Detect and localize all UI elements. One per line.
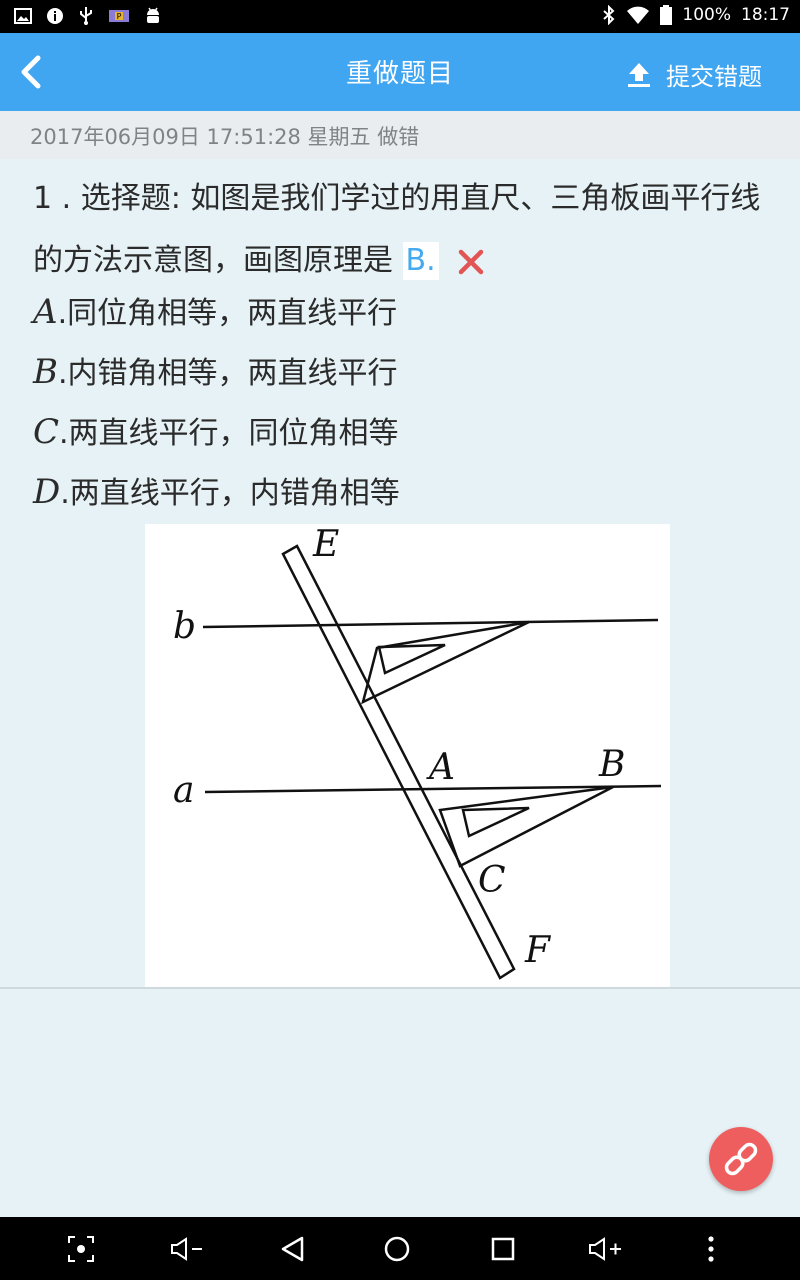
wifi-icon	[627, 6, 650, 24]
option-d[interactable]: D.两直线平行，内错角相等	[33, 462, 400, 522]
question-figure: E b A B a C F	[145, 524, 670, 987]
question-text: 1 . 选择题: 如图是我们学过的用直尺、三角板画平行线的方法示意图，画图原理是	[33, 181, 761, 278]
usb-icon	[80, 7, 92, 25]
option-letter: A	[33, 292, 58, 332]
p-badge-icon: P	[109, 10, 129, 22]
status-right: 100% 18:17	[602, 5, 790, 25]
label-b: b	[173, 606, 196, 647]
option-a[interactable]: A.同位角相等，两直线平行	[33, 282, 400, 342]
status-bar: P 100% 18:17	[0, 0, 800, 33]
date-strip: 2017年06月09日 17:51:28 星期五 做错	[0, 111, 800, 159]
option-text: .同位角相等，两直线平行	[57, 296, 398, 331]
option-c[interactable]: C.两直线平行，同位角相等	[33, 402, 400, 462]
info-icon	[47, 8, 63, 24]
option-letter: C	[33, 412, 60, 452]
set-square-lower-hole	[461, 806, 530, 838]
label-a-point: A	[426, 747, 455, 788]
bluetooth-icon	[603, 5, 615, 25]
system-nav-bar	[0, 1217, 800, 1280]
submit-wrong-question-button[interactable]: 提交错题	[626, 57, 762, 92]
clock: 18:17	[741, 5, 790, 25]
android-icon	[147, 7, 159, 23]
upload-icon	[628, 62, 650, 87]
label-a: a	[173, 770, 194, 811]
image-icon	[14, 8, 32, 24]
line-b	[202, 618, 659, 629]
parallel-lines-diagram: E b A B a C F	[173, 524, 662, 980]
volume-down-icon[interactable]	[170, 1235, 204, 1263]
label-c: C	[478, 860, 506, 901]
home-icon[interactable]	[383, 1235, 411, 1263]
question-stem: 1 . 选择题: 如图是我们学过的用直尺、三角板画平行线的方法示意图，画图原理是…	[33, 168, 773, 292]
option-text: .内错角相等，两直线平行	[58, 356, 398, 391]
option-text: .两直线平行，同位角相等	[59, 416, 399, 451]
option-text: .两直线平行，内错角相等	[60, 476, 400, 511]
label-e: E	[312, 524, 339, 565]
set-square-upper	[361, 620, 530, 705]
battery-icon	[660, 5, 673, 25]
ruler	[281, 544, 516, 980]
label-f: F	[524, 930, 552, 971]
screenshot-icon[interactable]	[67, 1235, 95, 1263]
answer-options: A.同位角相等，两直线平行 B.内错角相等，两直线平行 C.两直线平行，同位角相…	[33, 282, 400, 522]
link-icon	[724, 1142, 758, 1176]
app-bar: 重做题目 提交错题	[0, 33, 800, 111]
attempt-date: 2017年06月09日 17:51:28 星期五 做错	[30, 125, 420, 149]
label-b-point: B	[598, 744, 625, 785]
wrong-x-icon	[458, 249, 484, 274]
more-icon[interactable]	[703, 1235, 719, 1263]
option-b[interactable]: B.内错角相等，两直线平行	[33, 342, 400, 402]
volume-up-icon[interactable]	[588, 1235, 624, 1263]
link-fab-button[interactable]	[709, 1127, 773, 1191]
recents-icon[interactable]	[489, 1235, 517, 1263]
set-square-upper-hole	[377, 643, 446, 675]
user-answer: B.	[402, 242, 439, 280]
content-divider	[0, 987, 800, 989]
status-left-icons: P	[14, 6, 162, 26]
back-icon[interactable]	[279, 1235, 307, 1263]
option-letter: D	[33, 472, 61, 512]
option-letter: B	[33, 352, 58, 392]
submit-label: 提交错题	[666, 63, 762, 91]
svg-text:P: P	[117, 12, 122, 21]
battery-percent: 100%	[682, 5, 731, 25]
